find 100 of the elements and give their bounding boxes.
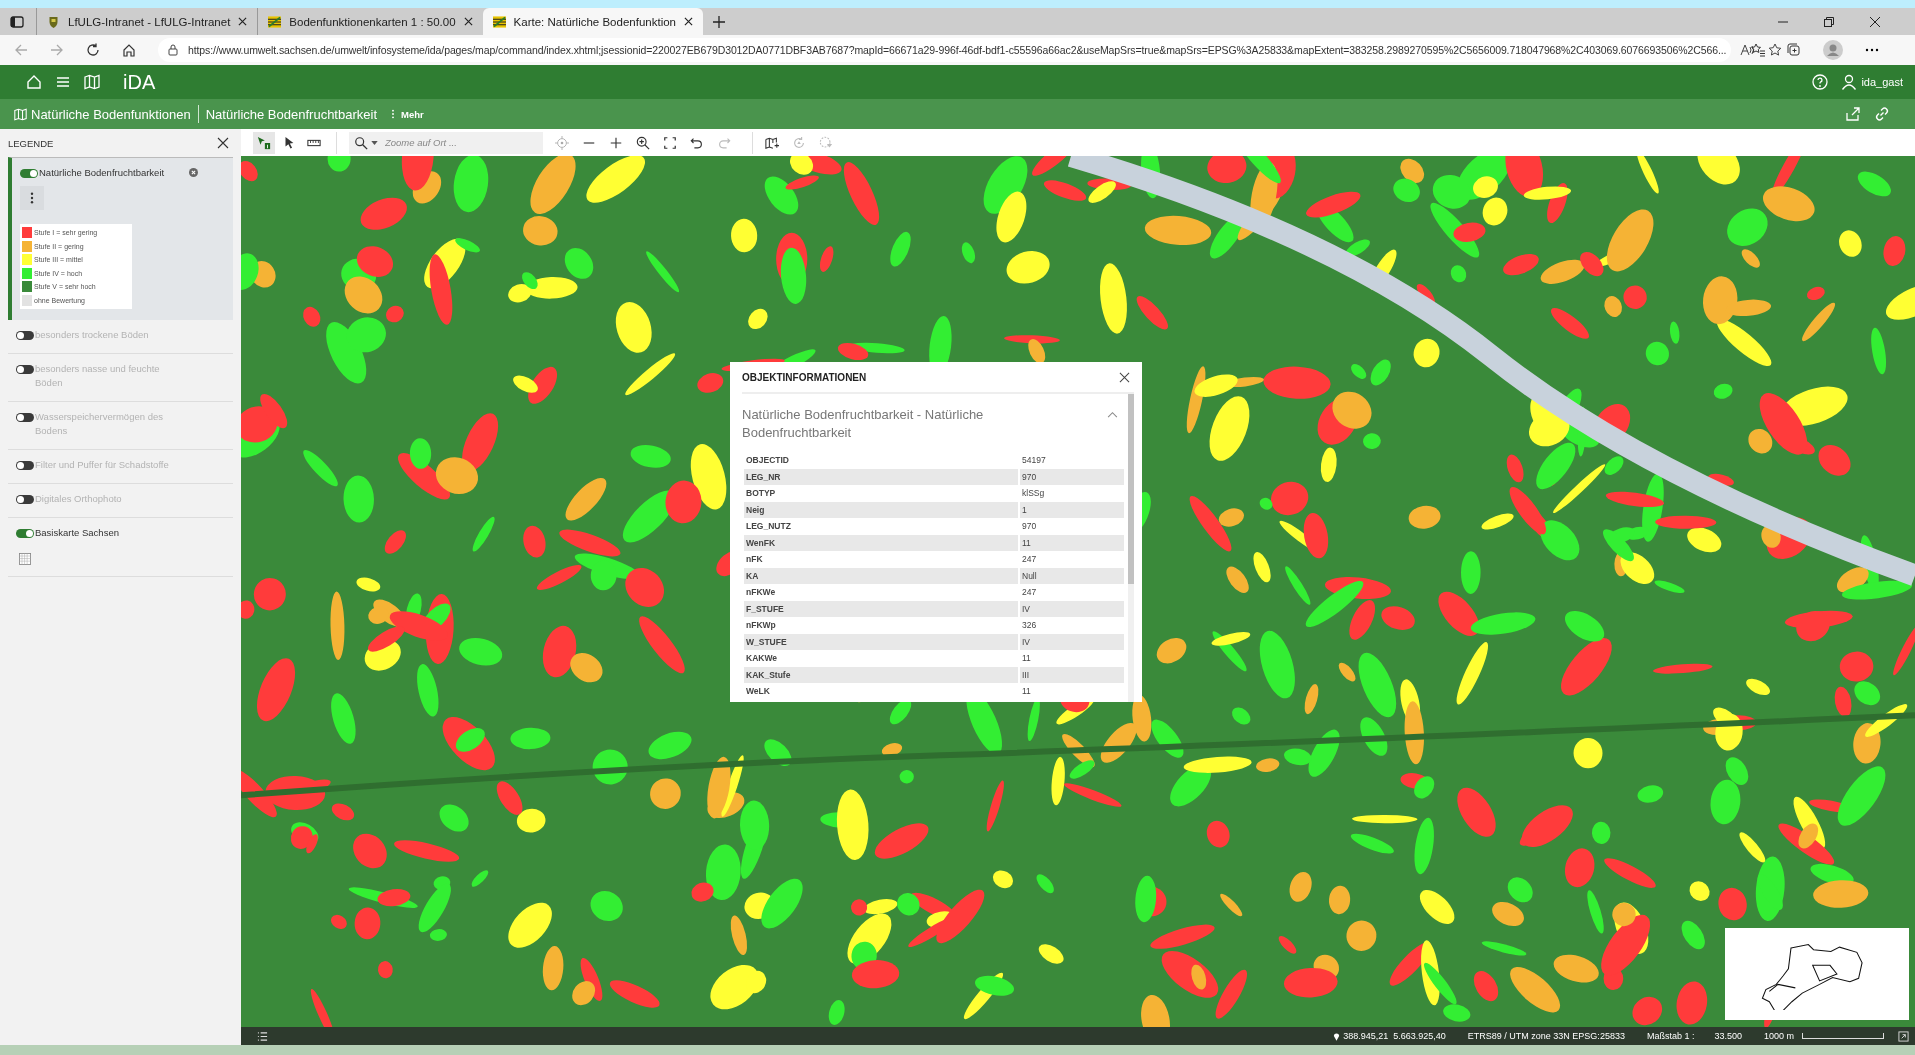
read-aloud-icon[interactable] — [1740, 43, 1755, 57]
close-icon[interactable] — [217, 137, 229, 149]
breadcrumb-item[interactable]: Natürliche Bodenfunktionen — [31, 106, 191, 122]
help-icon[interactable] — [1812, 74, 1829, 90]
overview-toggle-icon[interactable] — [1898, 1030, 1909, 1042]
attribute-value-cell-text: 326 — [1021, 619, 1038, 633]
app-title: iDA — [123, 70, 156, 94]
place-search-field[interactable]: Zoome auf Ort ... — [349, 131, 543, 154]
attribute-value-cell: Null — [1020, 567, 1124, 584]
popup-title: OBJEKTINFORMATIONEN — [742, 371, 867, 383]
attribute-name-cell: LEG_NR — [744, 468, 1018, 485]
scale-label: Maßstab 1 : — [1646, 1031, 1695, 1041]
attribute-value-cell-text: klSSg — [1021, 487, 1046, 501]
legend-title: LEGENDE — [8, 137, 54, 149]
attribute-name-cell-text: KAKWe — [745, 652, 778, 666]
attribute-value-cell: 970 — [1020, 468, 1124, 485]
share-icon[interactable] — [1845, 106, 1861, 122]
close-icon[interactable] — [684, 17, 693, 26]
attribute-name-cell-text: nFKWe — [745, 586, 777, 600]
close-icon[interactable] — [238, 17, 248, 26]
user-name[interactable]: ida_gast — [1861, 76, 1903, 88]
home-icon[interactable] — [122, 43, 136, 57]
layer-toggle[interactable] — [20, 169, 38, 178]
shield-icon — [47, 15, 60, 28]
zoom-in-icon[interactable] — [609, 135, 623, 150]
striped-crest-icon — [492, 15, 506, 28]
layer-name: Digitales Orthophoto — [35, 492, 123, 506]
attribute-name-cell: W_STUFE — [744, 633, 1018, 650]
map-plus-icon[interactable] — [765, 135, 779, 150]
menu-icon[interactable] — [55, 74, 71, 90]
attribute-name-cell: Neig — [744, 501, 1018, 518]
kebab-icon — [30, 192, 34, 204]
crs-label: ETRS89 / UTM zone 33N EPSG:25833 — [1467, 1031, 1625, 1041]
attribute-name-cell-text: nFK — [745, 553, 764, 567]
attribute-name-cell: KA — [744, 567, 1018, 584]
scale-bar-label: 1000 m — [1763, 1031, 1794, 1041]
attribute-value-cell: 11 — [1020, 534, 1124, 551]
attribute-name-cell-text: OBJECTID — [745, 454, 790, 468]
soil-map-drawing[interactable] — [241, 156, 1915, 1027]
kebab-icon — [391, 109, 395, 119]
attribute-name-cell: WenFK — [744, 534, 1018, 551]
layer-toggle[interactable] — [16, 461, 34, 470]
layer-toggle[interactable] — [16, 331, 34, 340]
attribute-name-cell: F_STUFE — [744, 600, 1018, 617]
close-icon[interactable] — [1119, 371, 1130, 383]
reload-icon[interactable] — [86, 43, 100, 57]
more-button[interactable]: Mehr — [391, 108, 424, 120]
layer-toggle[interactable] — [16, 365, 34, 374]
attribute-name-cell-text: LEG_NUTZ — [745, 520, 792, 534]
layer-toggle[interactable] — [16, 495, 34, 504]
remove-icon[interactable] — [189, 168, 198, 177]
breadcrumb-item[interactable]: Natürliche Bodenfruchtbarkeit — [205, 106, 377, 122]
attribute-value-cell-text: 54197 — [1021, 454, 1047, 468]
info-select-button[interactable] — [253, 131, 275, 154]
section-heading: Natürliche Bodenfruchtbarkeit - Natürliche Bodenfruchtbarkeit — [742, 406, 985, 442]
attribute-value-cell: IV — [1020, 633, 1124, 650]
lock-icon — [168, 44, 178, 56]
striped-crest-icon — [268, 15, 282, 28]
attribute-value-cell-text: 11 — [1021, 652, 1032, 666]
scrollbar[interactable] — [1128, 394, 1134, 702]
map-icon[interactable] — [84, 74, 100, 90]
attribute-value-cell: III — [1020, 666, 1124, 683]
coordinates: 388.945,21 5.663.925,40 — [1343, 1031, 1446, 1041]
search-icon[interactable] — [354, 135, 368, 150]
list-icon[interactable] — [257, 1030, 268, 1042]
close-icon[interactable] — [463, 17, 473, 26]
collections-icon[interactable] — [1787, 43, 1801, 57]
restore-icon[interactable] — [1823, 15, 1835, 28]
grid-icon[interactable] — [19, 553, 31, 565]
attribute-value-cell-text: 970 — [1021, 520, 1038, 534]
attribute-value-cell-text: 247 — [1021, 586, 1038, 600]
attribute-value-cell-text: 11 — [1021, 685, 1032, 699]
caret-icon[interactable] — [371, 140, 378, 145]
attribute-value-cell: IV — [1020, 600, 1124, 617]
cursor-icon — [282, 135, 296, 150]
layer-toggle[interactable] — [16, 413, 34, 422]
layer-name: Basiskarte Sachsen — [35, 526, 120, 540]
attribute-name-cell-text: nFKWp — [745, 619, 777, 633]
link-icon[interactable] — [1874, 106, 1890, 122]
magnifier-plus-icon[interactable] — [636, 135, 650, 150]
scale-value: 33.500 — [1714, 1031, 1742, 1041]
attribute-name-cell-text: BOTYP — [745, 487, 777, 501]
user-icon[interactable] — [1841, 74, 1858, 90]
attribute-value-cell: 1 — [1020, 501, 1124, 518]
profile-avatar-icon[interactable] — [1823, 40, 1843, 60]
close-icon[interactable] — [1869, 15, 1881, 28]
cursor-info-icon — [257, 135, 271, 150]
fullscreen-icon[interactable] — [663, 135, 677, 150]
map-icon — [14, 107, 27, 121]
layer-toggle[interactable] — [16, 529, 34, 538]
overview-map[interactable] — [1725, 928, 1909, 1020]
favorites-icon[interactable] — [1751, 43, 1765, 57]
star-plus-icon[interactable] — [1768, 43, 1783, 57]
tab-actions-icon[interactable] — [10, 15, 24, 28]
browser-tab[interactable]: Karte: Natürliche Bodenfunktion — [482, 8, 703, 35]
new-tab-icon[interactable] — [713, 15, 725, 28]
attribute-value-cell-text: 247 — [1021, 553, 1038, 567]
chevron-icon[interactable] — [1107, 411, 1118, 418]
layer-options-button[interactable] — [20, 186, 44, 210]
layer-name: Natürliche Bodenfruchtbarkeit — [39, 166, 166, 180]
